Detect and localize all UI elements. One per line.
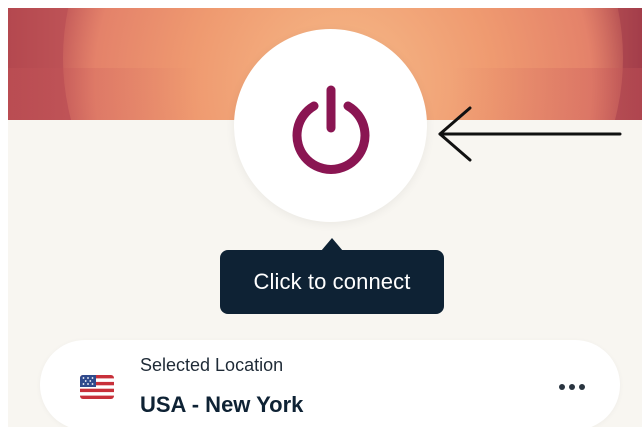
connect-tooltip: Click to connect — [220, 238, 444, 316]
us-flag-icon — [80, 375, 114, 399]
arrow-left-icon — [438, 106, 622, 162]
vpn-app-window: Click to connect Selected Location USA -… — [8, 8, 642, 427]
location-value: USA - New York — [140, 392, 304, 417]
power-icon — [292, 85, 369, 174]
power-button[interactable] — [234, 29, 427, 222]
location-caption: Selected Location — [140, 355, 284, 375]
more-options-button[interactable] — [552, 371, 592, 401]
more-horizontal-icon — [557, 377, 587, 395]
selected-location-card[interactable]: Selected Location USA - New York — [40, 340, 620, 427]
tooltip-text: Click to connect — [220, 250, 444, 314]
